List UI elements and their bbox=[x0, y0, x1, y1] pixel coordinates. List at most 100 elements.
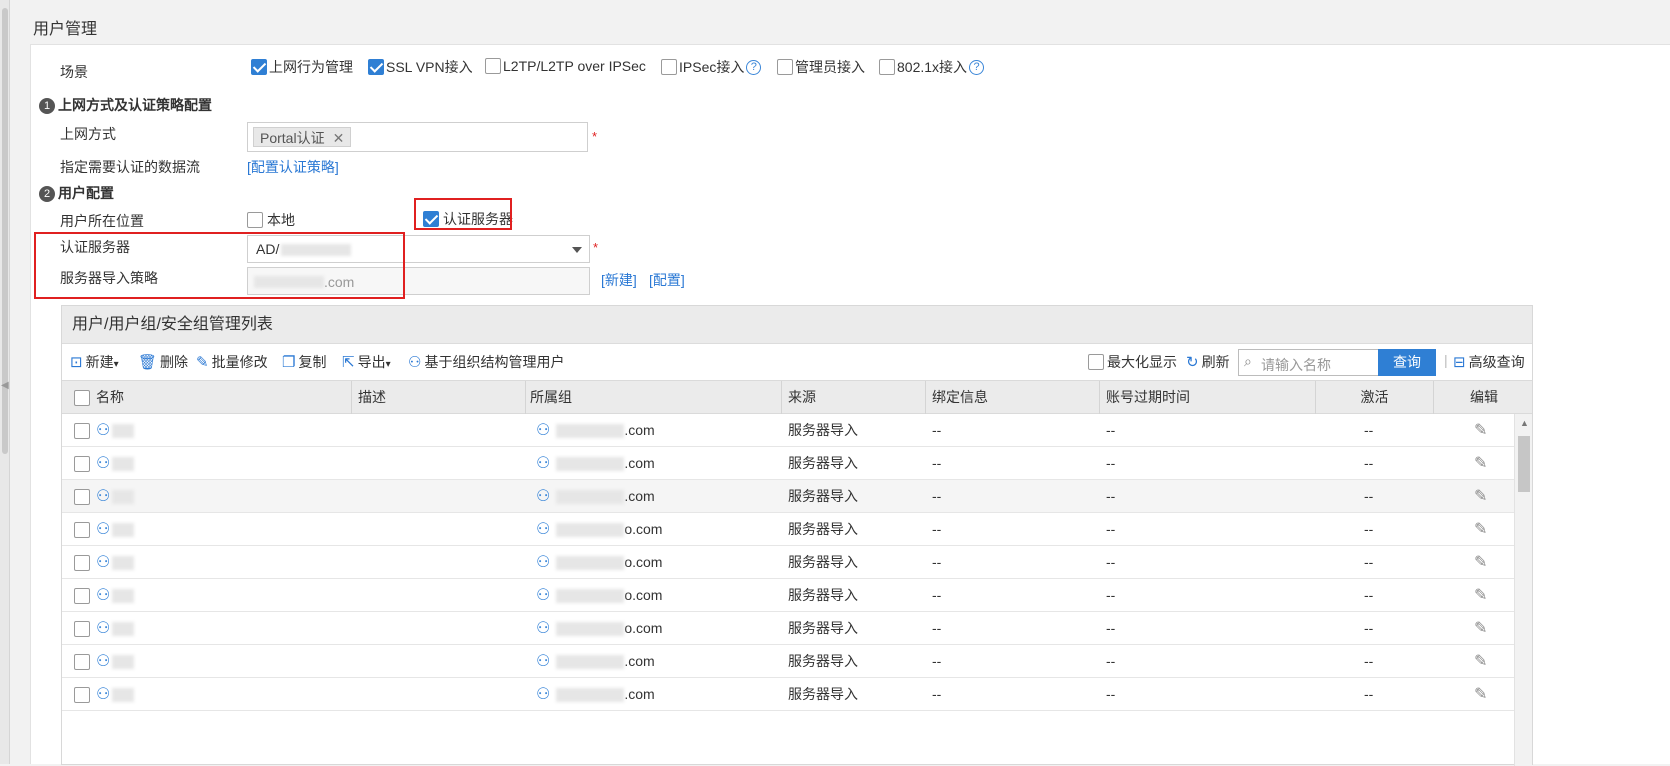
row-select-cell[interactable] bbox=[74, 480, 90, 513]
grid-scrollbar[interactable]: ▲ bbox=[1514, 414, 1532, 766]
row-select-cell[interactable] bbox=[74, 645, 90, 678]
edit-cell[interactable]: ✎ bbox=[1474, 546, 1487, 579]
help-icon[interactable]: ? bbox=[746, 59, 762, 75]
table-row[interactable]: ⚇ ⚇ o.com 服务器导入 -- -- -- ✎ bbox=[62, 546, 1514, 579]
table-row[interactable]: ⚇ ⚇ .com 服务器导入 -- -- -- ✎ bbox=[62, 678, 1514, 711]
row-checkbox[interactable] bbox=[74, 588, 90, 605]
row-checkbox[interactable] bbox=[74, 687, 90, 704]
new-button[interactable]: ⊡ 新建▾ bbox=[70, 352, 119, 372]
scenario-checkbox[interactable] bbox=[368, 59, 384, 75]
redacted-region bbox=[556, 655, 625, 670]
scenario-checkbox[interactable] bbox=[777, 59, 793, 75]
access-mode-field[interactable]: Portal认证 ✕ bbox=[247, 122, 588, 152]
export-button[interactable]: ⇱ 导出▾ bbox=[342, 352, 391, 372]
row-checkbox[interactable] bbox=[74, 423, 90, 440]
select-all-checkbox[interactable] bbox=[74, 390, 90, 407]
scenario-option[interactable]: 管理员接入 bbox=[777, 57, 865, 77]
location-local-checkbox[interactable] bbox=[247, 212, 263, 228]
column-binding[interactable]: 绑定信息 bbox=[926, 381, 1100, 414]
edit-icon[interactable]: ✎ bbox=[1474, 686, 1487, 703]
advanced-search-button[interactable]: ⊟ 高级查询 bbox=[1453, 352, 1525, 372]
source-cell: 服务器导入 bbox=[788, 422, 858, 438]
help-icon[interactable]: ? bbox=[969, 59, 985, 75]
row-select-cell[interactable] bbox=[74, 579, 90, 612]
column-description[interactable]: 描述 bbox=[352, 381, 526, 414]
scenario-option[interactable]: SSL VPN接入 bbox=[368, 57, 473, 77]
column-source[interactable]: 来源 bbox=[782, 381, 926, 414]
collapse-arrow-icon[interactable]: ◀ bbox=[1, 380, 9, 391]
row-select-cell[interactable] bbox=[74, 678, 90, 711]
row-checkbox[interactable] bbox=[74, 522, 90, 539]
edit-icon[interactable]: ✎ bbox=[1474, 587, 1487, 604]
column-group[interactable]: 所属组 bbox=[526, 381, 782, 414]
config-auth-policy-link[interactable]: [配置认证策略] bbox=[247, 157, 339, 177]
left-scrollbar[interactable]: ◀ bbox=[0, 0, 10, 764]
scenario-option[interactable]: IPSec接入? bbox=[661, 57, 762, 77]
edit-icon[interactable]: ✎ bbox=[1474, 620, 1487, 637]
scenario-checkbox[interactable] bbox=[485, 58, 501, 75]
edit-cell[interactable]: ✎ bbox=[1474, 447, 1487, 480]
maximize-checkbox[interactable] bbox=[1088, 354, 1104, 370]
copy-button[interactable]: ❐ 复制 bbox=[282, 352, 326, 372]
edit-icon[interactable]: ✎ bbox=[1474, 488, 1487, 505]
edit-icon[interactable]: ✎ bbox=[1474, 422, 1487, 439]
refresh-button[interactable]: ↻ 刷新 bbox=[1186, 352, 1230, 372]
row-select-cell[interactable] bbox=[74, 546, 90, 579]
row-select-cell[interactable] bbox=[74, 414, 90, 447]
edit-cell[interactable]: ✎ bbox=[1474, 612, 1487, 645]
search-input[interactable]: ⌕ 请输入名称 bbox=[1238, 349, 1379, 376]
row-checkbox[interactable] bbox=[74, 456, 90, 473]
edit-cell[interactable]: ✎ bbox=[1474, 414, 1487, 447]
edit-icon[interactable]: ✎ bbox=[1474, 653, 1487, 670]
edit-cell[interactable]: ✎ bbox=[1474, 579, 1487, 612]
edit-cell[interactable]: ✎ bbox=[1474, 480, 1487, 513]
column-expire[interactable]: 账号过期时间 bbox=[1100, 381, 1316, 414]
table-row[interactable]: ⚇ ⚇ o.com 服务器导入 -- -- -- ✎ bbox=[62, 513, 1514, 546]
edit-cell[interactable]: ✎ bbox=[1474, 513, 1487, 546]
search-button[interactable]: 查询 bbox=[1378, 349, 1436, 376]
scenario-checkbox[interactable] bbox=[251, 59, 267, 75]
binding-cell: -- bbox=[932, 587, 942, 603]
table-row[interactable]: ⚇ ⚇ .com 服务器导入 -- -- -- ✎ bbox=[62, 447, 1514, 480]
config-policy-link[interactable]: [配置] bbox=[649, 270, 685, 290]
binding-cell: -- bbox=[932, 488, 942, 504]
org-manage-button[interactable]: ⚇ 基于组织结构管理用户 bbox=[408, 352, 564, 372]
location-local-option[interactable]: 本地 bbox=[247, 210, 295, 230]
chevron-down-icon[interactable] bbox=[572, 247, 582, 253]
delete-button[interactable]: 🗑 删除 bbox=[138, 352, 188, 372]
row-select-cell[interactable] bbox=[74, 447, 90, 480]
table-row[interactable]: ⚇ ⚇ o.com 服务器导入 -- -- -- ✎ bbox=[62, 612, 1514, 645]
edit-cell[interactable]: ✎ bbox=[1474, 678, 1487, 711]
tag-remove-icon[interactable]: ✕ bbox=[333, 130, 345, 146]
row-checkbox[interactable] bbox=[74, 654, 90, 671]
required-mark-server: * bbox=[593, 240, 599, 255]
scroll-up-icon[interactable]: ▲ bbox=[1520, 418, 1529, 428]
row-checkbox[interactable] bbox=[74, 489, 90, 506]
scenario-option[interactable]: 802.1x接入? bbox=[879, 57, 985, 77]
edit-icon[interactable]: ✎ bbox=[1474, 521, 1487, 538]
active-cell: -- bbox=[1364, 587, 1374, 603]
row-checkbox[interactable] bbox=[74, 555, 90, 572]
column-active[interactable]: 激活 bbox=[1316, 381, 1434, 414]
grid-scrollbar-thumb[interactable] bbox=[1518, 436, 1530, 492]
column-edit[interactable]: 编辑 bbox=[1434, 381, 1534, 414]
batch-edit-button[interactable]: ✎ 批量修改 bbox=[196, 352, 268, 372]
edit-icon[interactable]: ✎ bbox=[1474, 554, 1487, 571]
row-select-cell[interactable] bbox=[74, 513, 90, 546]
scenario-checkbox[interactable] bbox=[879, 59, 895, 75]
column-name[interactable]: 名称 bbox=[62, 381, 352, 414]
row-checkbox[interactable] bbox=[74, 621, 90, 638]
redacted-region bbox=[112, 589, 135, 604]
table-row[interactable]: ⚇ ⚇ o.com 服务器导入 -- -- -- ✎ bbox=[62, 579, 1514, 612]
scenario-option[interactable]: L2TP/L2TP over IPSec bbox=[485, 57, 646, 75]
edit-icon[interactable]: ✎ bbox=[1474, 455, 1487, 472]
table-row[interactable]: ⚇ ⚇ .com 服务器导入 -- -- -- ✎ bbox=[62, 414, 1514, 447]
maximize-option[interactable]: 最大化显示 bbox=[1088, 352, 1177, 372]
table-row[interactable]: ⚇ ⚇ .com 服务器导入 -- -- -- ✎ bbox=[62, 480, 1514, 513]
edit-cell[interactable]: ✎ bbox=[1474, 645, 1487, 678]
scenario-option[interactable]: 上网行为管理 bbox=[251, 57, 353, 77]
row-select-cell[interactable] bbox=[74, 612, 90, 645]
scenario-checkbox[interactable] bbox=[661, 59, 677, 75]
new-policy-link[interactable]: [新建] bbox=[601, 270, 637, 290]
table-row[interactable]: ⚇ ⚇ .com 服务器导入 -- -- -- ✎ bbox=[62, 645, 1514, 678]
